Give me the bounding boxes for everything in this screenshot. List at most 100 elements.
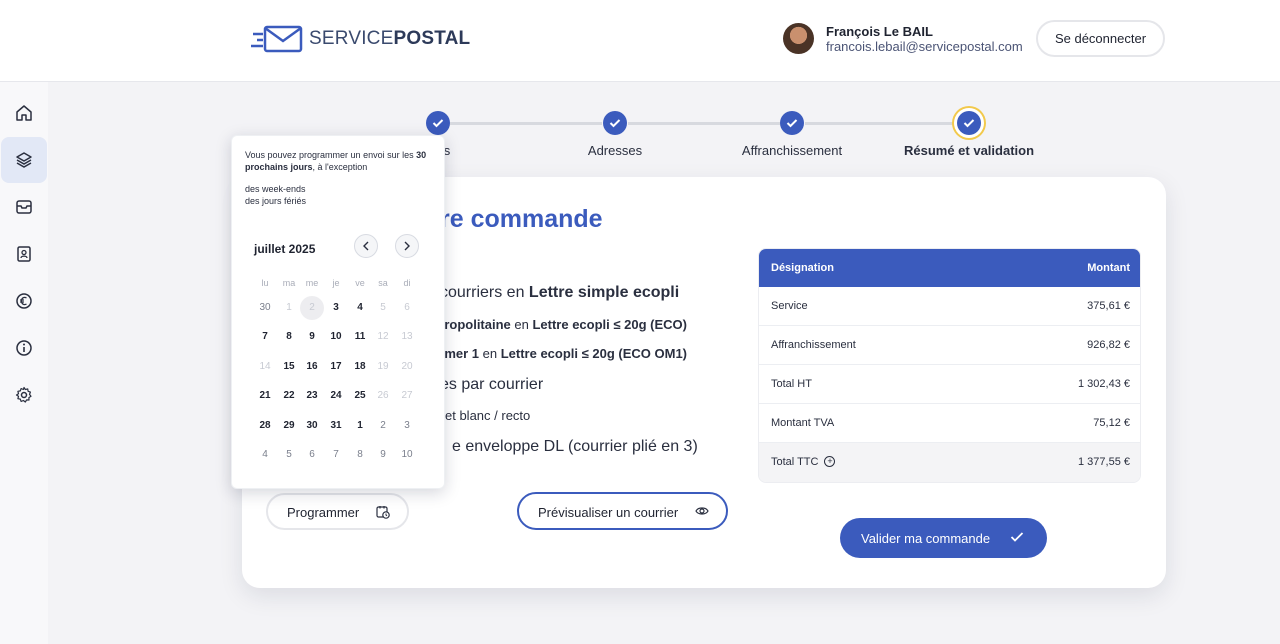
page-title: re commande <box>440 205 603 233</box>
order-line-print: et blanc / recto <box>445 408 531 423</box>
weekday-label: lu <box>261 278 269 288</box>
calendar-day: 6 <box>404 302 410 313</box>
step-addresses-check[interactable] <box>603 111 627 135</box>
header-designation: Désignation <box>771 262 834 274</box>
calendar-day[interactable]: 8 <box>277 325 301 349</box>
order-line-overseas: -mer 1 en Lettre ecopli ≤ 20g (ECO OM1) <box>440 346 687 361</box>
order-line-metropolitan: tropolitaine en Lettre ecopli ≤ 20g (ECO… <box>440 317 687 332</box>
calendar-day: 6 <box>309 449 315 460</box>
calendar-day: 1 <box>286 302 292 313</box>
schedule-button[interactable]: Programmer <box>266 493 409 530</box>
validate-order-button[interactable]: Valider ma commande <box>840 518 1047 558</box>
order-line-envelope: e enveloppe DL (courrier plié en 3) <box>452 438 698 455</box>
check-icon <box>432 119 444 128</box>
calendar-day: 5 <box>286 449 292 460</box>
calendar-day[interactable]: 10 <box>324 325 348 349</box>
calendar-day[interactable]: 16 <box>300 355 324 379</box>
sidebar-item-settings[interactable] <box>1 372 47 418</box>
calendar-day[interactable]: 21 <box>253 384 277 408</box>
sidebar-item-home[interactable] <box>1 90 47 136</box>
sidebar-item-info[interactable] <box>1 325 47 371</box>
avatar[interactable] <box>783 23 814 54</box>
calendar-day[interactable]: 29 <box>277 414 301 438</box>
step-connector <box>450 122 602 125</box>
calendar-day[interactable]: 28 <box>253 414 277 438</box>
home-icon <box>16 105 32 121</box>
row-value: 1 302,43 € <box>1078 378 1130 390</box>
step-postage-check[interactable] <box>780 111 804 135</box>
row-label: Total HT <box>771 378 812 390</box>
calendar-day[interactable]: 7 <box>253 325 277 349</box>
row-value: 375,61 € <box>1087 300 1130 312</box>
calendar-day[interactable]: 17 <box>324 355 348 379</box>
calendar-day[interactable]: 3 <box>324 296 348 320</box>
prev-month-button[interactable] <box>354 234 378 258</box>
step-documents-check[interactable] <box>426 111 450 135</box>
euro-icon <box>16 293 32 309</box>
calendar-day: 12 <box>377 331 389 342</box>
inbox-icon <box>16 200 32 214</box>
eye-icon <box>695 507 709 515</box>
calendar-day[interactable]: 4 <box>348 296 372 320</box>
calendar-day[interactable]: 9 <box>300 325 324 349</box>
calendar-day: 26 <box>377 390 389 401</box>
step-label-postage[interactable]: Affranchissement <box>742 143 842 158</box>
sidebar-item-contacts[interactable] <box>1 231 47 277</box>
calendar-day: 7 <box>333 449 339 460</box>
weekday-label: ve <box>355 278 365 288</box>
step-connector <box>805 122 957 125</box>
sidebar-item-orders[interactable] <box>1 137 47 183</box>
table-row: Service 375,61 € <box>759 287 1140 326</box>
chevron-right-icon <box>404 241 410 251</box>
row-label: Affranchissement <box>771 339 856 351</box>
exception-holidays: des jours fériés <box>245 196 307 206</box>
step-label-addresses[interactable]: Adresses <box>588 143 642 158</box>
next-month-button[interactable] <box>395 234 419 258</box>
table-row: Affranchissement 926,82 € <box>759 326 1140 365</box>
gear-icon <box>15 386 32 403</box>
calendar-day: 8 <box>357 449 363 460</box>
schedule-info-text: Vous pouvez programmer un envoi sur les … <box>245 150 427 172</box>
table-row: Total HT 1 302,43 € <box>759 365 1140 404</box>
exception-weekends: des week-ends <box>245 184 306 194</box>
logo-text: SERVICEPOSTAL <box>309 28 471 49</box>
logout-button[interactable]: Se déconnecter <box>1036 20 1165 57</box>
calendar-day[interactable]: 22 <box>277 384 301 408</box>
calendar-day[interactable]: 24 <box>324 384 348 408</box>
calendar-day: 19 <box>377 361 389 372</box>
calendar-day: 30 <box>259 302 271 313</box>
user-name: François Le BAIL <box>826 24 933 39</box>
calendar-day[interactable]: 11 <box>348 325 372 349</box>
calendar-day: 2 <box>380 420 386 431</box>
calendar-day[interactable]: 18 <box>348 355 372 379</box>
calendar-day[interactable]: 31 <box>324 414 348 438</box>
header-amount: Montant <box>1087 262 1130 274</box>
calendar-month-label: juillet 2025 <box>254 242 316 256</box>
preview-letter-button[interactable]: Prévisualiser un courrier <box>517 492 728 530</box>
calendar-day[interactable]: 15 <box>277 355 301 379</box>
schedule-date-picker: Vous pouvez programmer un envoi sur les … <box>231 135 445 489</box>
row-value: 926,82 € <box>1087 339 1130 351</box>
calendar-day[interactable]: 1 <box>348 414 372 438</box>
envelope-logo-icon <box>251 25 303 53</box>
row-value: 75,12 € <box>1093 417 1130 429</box>
step-summary-check[interactable] <box>957 111 981 135</box>
calendar-day[interactable]: 23 <box>300 384 324 408</box>
calendar-clock-icon <box>376 506 390 519</box>
calendar-day-today: 2 <box>300 296 324 320</box>
chevron-left-icon <box>363 241 369 251</box>
step-label-summary[interactable]: Résumé et validation <box>904 143 1034 158</box>
weekday-label: je <box>332 278 340 288</box>
sidebar-item-inbox[interactable] <box>1 184 47 230</box>
check-icon <box>963 119 975 128</box>
weekday-label: di <box>403 278 411 288</box>
row-label: Montant TVA <box>771 417 835 429</box>
calendar-day[interactable]: 25 <box>348 384 372 408</box>
calendar-day: 3 <box>404 420 410 431</box>
step-connector <box>628 122 780 125</box>
servicepostal-logo[interactable]: SERVICEPOSTAL <box>251 23 470 55</box>
calendar-day[interactable]: 30 <box>300 414 324 438</box>
expand-plus-icon[interactable]: + <box>824 456 836 467</box>
sidebar-item-billing[interactable] <box>1 278 47 324</box>
user-email: francois.lebail@servicepostal.com <box>826 39 1023 54</box>
